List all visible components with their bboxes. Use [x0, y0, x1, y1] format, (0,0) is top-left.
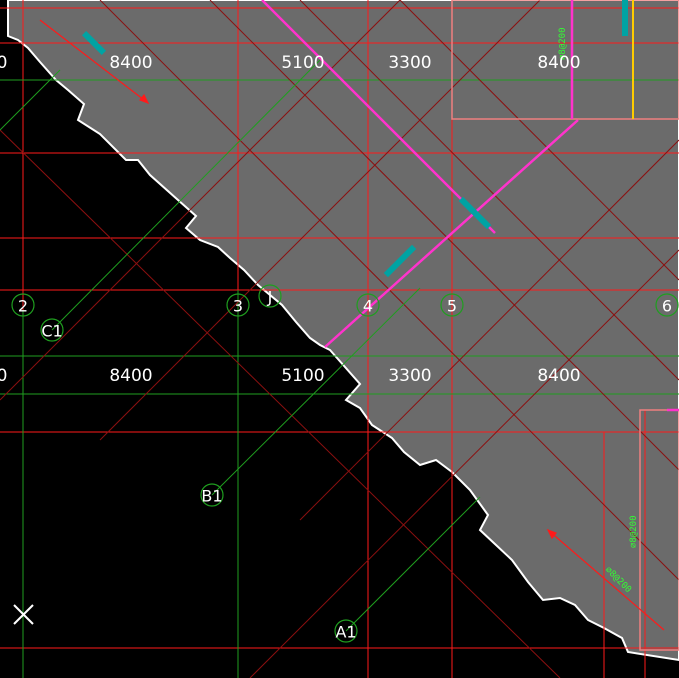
cad-drawing-canvas[interactable]: ⌀8@200 ⌀8@200 ⌀8@200 0 8400 5100 3300 84…: [0, 0, 679, 678]
axis-label-j: J: [267, 288, 273, 307]
axis-label-b1: B1: [201, 487, 222, 506]
dim-lower-0: 0: [0, 366, 7, 386]
axis-label-5: 5: [447, 297, 457, 316]
dim-upper-2: 5100: [281, 53, 324, 73]
axis-label-c1: C1: [41, 322, 62, 341]
axis-label-2: 2: [18, 297, 28, 316]
dim-lower-4: 8400: [537, 366, 580, 386]
axis-label-3: 3: [233, 297, 243, 316]
dim-upper-0: 0: [0, 53, 7, 73]
dim-lower-3: 3300: [388, 366, 431, 386]
dim-upper-3: 3300: [388, 53, 431, 73]
rebar-tag-vertical-bottom: ⌀8@200: [629, 515, 639, 548]
dim-lower-1: 8400: [109, 366, 152, 386]
axis-label-4: 4: [363, 297, 373, 316]
axis-label-6: 6: [662, 297, 672, 316]
dim-upper-1: 8400: [109, 53, 152, 73]
dim-lower-2: 5100: [281, 366, 324, 386]
axis-label-a1: A1: [335, 623, 356, 642]
dim-upper-4: 8400: [537, 53, 580, 73]
